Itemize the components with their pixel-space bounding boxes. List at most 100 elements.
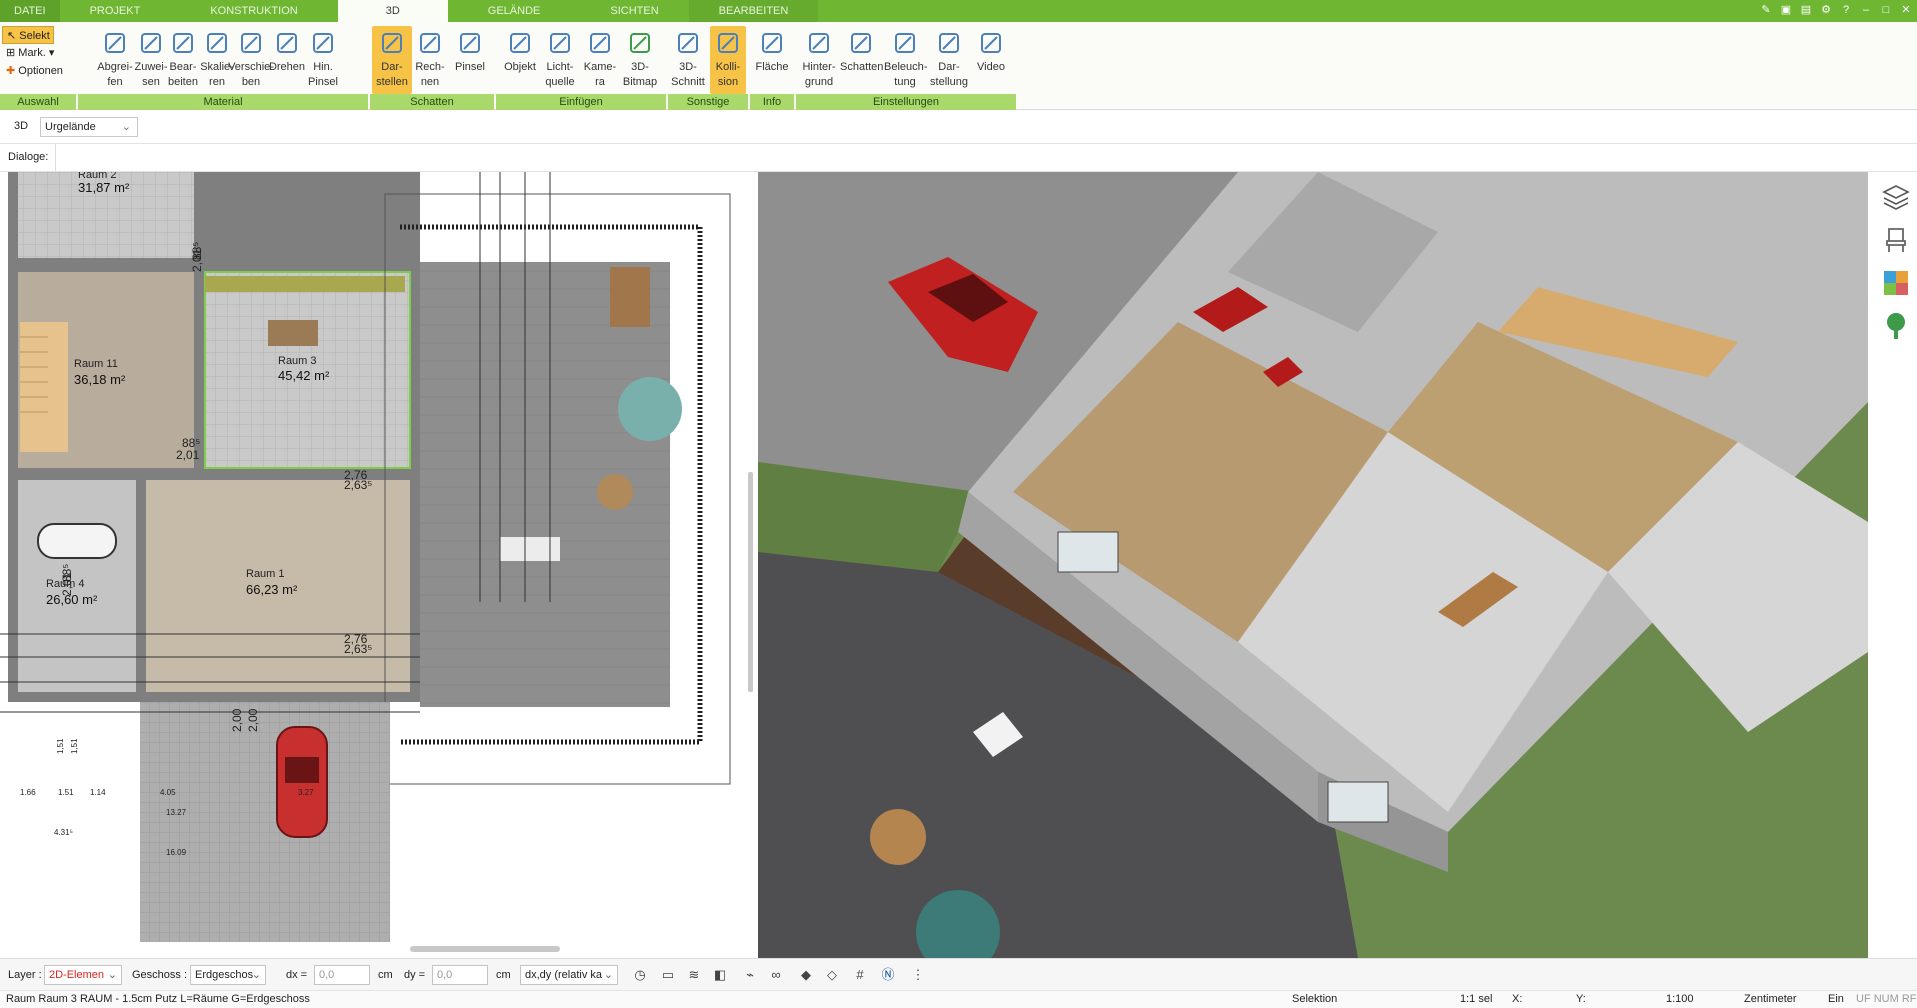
tab-gelaende[interactable]: GELÄNDE <box>448 0 581 22</box>
relative-mode-select[interactable]: dx,dy (relativ ka ⌄ <box>520 965 618 985</box>
layers-icon[interactable] <box>1881 182 1911 212</box>
ribbon-button-beleuch[interactable]: Beleuch-tung <box>884 26 927 94</box>
dy-input[interactable]: 0,0 <box>432 965 488 985</box>
mark-label: Mark. <box>18 47 46 59</box>
chevron-down-icon: ⌄ <box>251 969 261 981</box>
ribbon-button-rech[interactable]: Rech-nen <box>410 26 450 94</box>
dx-input[interactable]: 0,0 <box>314 965 370 985</box>
ribbon-button-label: stellen <box>376 76 408 88</box>
scroll-thumb[interactable] <box>410 946 560 952</box>
dimension-label: 2,01 <box>190 248 204 272</box>
infinity-icon[interactable]: ∞ <box>766 965 786 985</box>
house-3d-render <box>758 172 1868 958</box>
chevron-down-icon: ⌄ <box>603 969 613 981</box>
ribbon-button-pinsel[interactable]: Pinsel <box>450 26 490 94</box>
clock-icon[interactable]: ◷ <box>630 965 650 985</box>
dimension-label: 1.66 <box>20 788 36 797</box>
texture-icon[interactable] <box>1881 268 1911 298</box>
keyboard-flags: UF NUM RF <box>1856 993 1917 1005</box>
tab-3d[interactable]: 3D <box>337 0 448 22</box>
auswahl-buttons: ↖ Selekt ⊞ Mark. ▾ ✚ Optionen <box>2 26 74 80</box>
ribbon-button-3d[interactable]: 3D- Bitmap <box>620 26 660 94</box>
ribbon-button-schatten[interactable]: Schatten <box>840 26 883 94</box>
ribbon-button-label: ra <box>595 76 605 88</box>
ribbon-button-hinter[interactable]: Hinter-grund <box>798 26 840 94</box>
north-icon[interactable]: Ⓝ <box>878 965 898 985</box>
chevron-down-icon: ⌄ <box>121 121 131 133</box>
cube-icon <box>934 28 964 58</box>
ribbon-button-label: nen <box>420 76 440 88</box>
ribbon-button-fläche[interactable]: Fläche <box>754 26 790 94</box>
mark-button[interactable]: ⊞ Mark. ▾ <box>2 44 74 62</box>
more-icon[interactable]: ⋮ <box>908 965 928 985</box>
layer-select[interactable]: 2D-Elemen ⌄ <box>44 965 122 985</box>
plan-horizontal-scrollbar[interactable] <box>0 942 744 958</box>
dx-label: dx = <box>286 969 308 981</box>
window-icon[interactable]: ▤ <box>1799 3 1813 17</box>
ribbon-button-abgrei[interactable]: Abgrei-fen <box>80 26 150 94</box>
maximize-icon[interactable]: □ <box>1879 3 1893 17</box>
settings-icon[interactable]: ⚙ <box>1819 3 1833 17</box>
grid-icon[interactable]: # <box>850 965 870 985</box>
geschoss-label: Geschoss : <box>132 969 188 981</box>
terrain-select[interactable]: Urgelände ⌄ <box>40 117 138 137</box>
tab-bearbeiten[interactable]: BEARBEITEN <box>688 0 819 22</box>
ribbon-button-kolli[interactable]: Kolli-sion <box>710 26 746 94</box>
tab-projekt[interactable]: PROJEKT <box>60 0 171 22</box>
ribbon-group-sonstige: Kolli-sion 3D- Schnitt Sonstige <box>668 22 748 110</box>
scroll-thumb[interactable] <box>748 472 753 692</box>
chair-icon <box>505 28 535 58</box>
view-3d[interactable] <box>758 172 1868 958</box>
tree-icon <box>673 28 703 58</box>
ribbon-button-dar[interactable]: Dar-stellen <box>372 26 412 94</box>
stack-icon[interactable]: ≋ <box>684 965 704 985</box>
dimension-label: 2,63⁵ <box>344 642 373 656</box>
diamond-icon[interactable]: ◆ <box>796 965 816 985</box>
tree-icon[interactable] <box>1881 311 1911 341</box>
ribbon-button-label: Video <box>977 61 1005 73</box>
plan-vertical-scrollbar[interactable] <box>744 172 758 958</box>
ribbon-button-objekt[interactable]: Objekt <box>500 26 540 94</box>
dialoge-label: Dialoge: <box>8 151 49 163</box>
ribbon-button-label: Hinter- <box>802 61 836 73</box>
chair-icon[interactable] <box>1881 225 1911 255</box>
layer-icon[interactable]: ◧ <box>710 965 730 985</box>
minimize-icon[interactable]: – <box>1859 3 1873 17</box>
help-icon[interactable]: ? <box>1839 3 1853 17</box>
app-window: DATEI PROJEKT KONSTRUKTION 3D GELÄNDE SI… <box>0 0 1917 1008</box>
ribbon-button-dar[interactable]: Dar-stellung <box>928 26 970 94</box>
ribbon-button-3d[interactable]: 3D- Schnitt <box>670 26 706 94</box>
ribbon-group-schatten: Pinsel Rech-nen Dar-stellen Schatten <box>370 22 494 110</box>
tab-sichten[interactable]: SICHTEN <box>580 0 688 22</box>
brush-icon[interactable]: ✎ <box>1759 3 1773 17</box>
geschoss-select[interactable]: Erdgeschos ⌄ <box>190 965 266 985</box>
ribbon-button-kame[interactable]: Kame-ra <box>580 26 620 94</box>
video-icon <box>976 28 1006 58</box>
y-coord: Y: <box>1576 993 1586 1005</box>
tab-konstruktion[interactable]: KONSTRUKTION <box>170 0 337 22</box>
eyedropper-icon <box>100 28 130 58</box>
unit-label: cm <box>378 969 393 981</box>
selekt-button[interactable]: ↖ Selekt <box>2 26 54 44</box>
mode-info: Selektion <box>1292 993 1338 1005</box>
room-label: Raum 1 <box>246 568 285 580</box>
info-bar: Raum Raum 3 RAUM - 1.5cm Putz L=Räume G=… <box>0 990 1917 1008</box>
ribbon-button-video[interactable]: Video <box>970 26 1012 94</box>
floor-plan-2d[interactable]: Raum 2 31,87 m² Raum 11 36,18 m² Raum 3 … <box>0 172 744 942</box>
dimension-label: 2,01 <box>60 572 74 596</box>
ribbon-button-licht[interactable]: Licht-quelle <box>540 26 580 94</box>
monitor-icon[interactable]: ▭ <box>658 965 678 985</box>
close-icon[interactable]: ✕ <box>1899 3 1913 17</box>
chevron-down-icon: ⌄ <box>107 969 117 981</box>
window-icon[interactable]: ▣ <box>1779 3 1793 17</box>
tab-datei[interactable]: DATEI <box>0 0 60 22</box>
ribbon-button-label: Dar- <box>381 61 403 73</box>
group-label-sonstige: Sonstige <box>668 94 748 110</box>
snap-icon[interactable]: ⌁ <box>740 965 760 985</box>
ribbon-button-label: stellung <box>930 76 968 88</box>
dimension-label: 1.14 <box>90 788 106 797</box>
dimension-label: 4.05 <box>160 788 176 797</box>
diamond-outline-icon[interactable]: ◇ <box>822 965 842 985</box>
optionen-button[interactable]: ✚ Optionen <box>2 62 74 80</box>
view-mode-label: 3D <box>14 120 29 132</box>
